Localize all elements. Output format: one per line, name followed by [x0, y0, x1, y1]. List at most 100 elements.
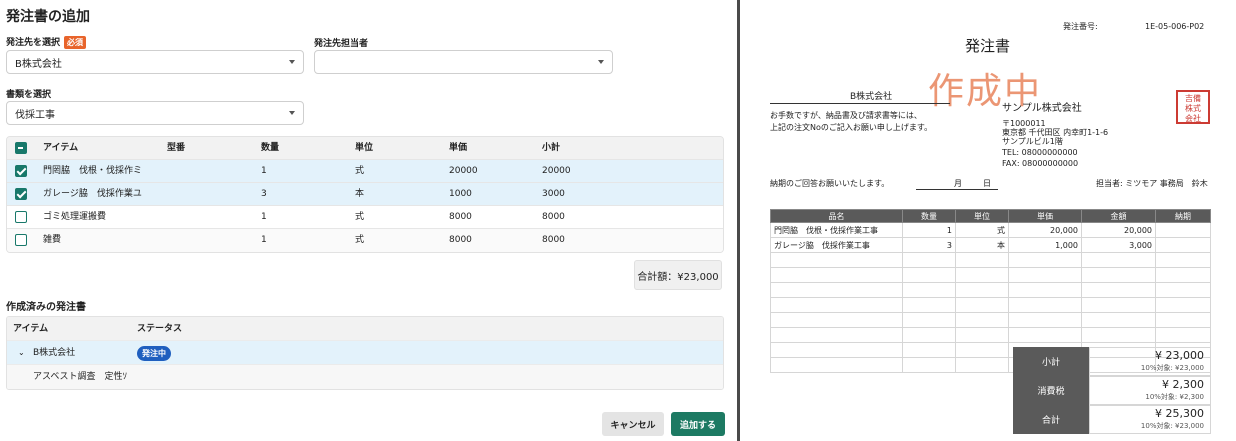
document-table-row: ガレージ脇 伐採作業工事 3 本 1,000 3,000: [770, 237, 1211, 253]
select-all-checkbox[interactable]: [15, 142, 27, 154]
status-badge: 発注中: [137, 346, 171, 361]
row-checkbox[interactable]: [15, 234, 27, 246]
contact-select[interactable]: [314, 50, 613, 74]
doc-row-qty: 1: [902, 222, 956, 238]
created-order-sub-row[interactable]: アスベスト調査 定性ｿ: [7, 365, 723, 389]
row-subtotal: 20000: [542, 166, 571, 176]
fax: FAX: 08000000000: [1002, 159, 1079, 168]
order-number-value: 1E-05-006-P02: [1145, 22, 1205, 31]
document-table-empty-row: [770, 312, 1211, 328]
row-item: ガレージ脇 伐採作業ユ: [43, 189, 142, 199]
deadline-label: 納期のご回答お願いいたします。: [770, 179, 890, 188]
contact-label: 発注先担当者: [314, 39, 369, 49]
document-table-empty-row: [770, 252, 1211, 268]
table-row[interactable]: 雑費 1 式 8000 8000: [7, 229, 723, 252]
doc-col-unit: 単位: [955, 209, 1009, 223]
deadline-underline: [916, 189, 998, 190]
created-orders-title: 作成済みの発注書: [6, 302, 86, 313]
row-subtotal: 3000: [542, 189, 565, 199]
created-order-group-row[interactable]: ⌄ B株式会社 発注中: [7, 341, 723, 365]
subtotal-value-box: ¥ 23,000 10%対象: ¥23,000: [1089, 347, 1211, 376]
total-amount: 合計額：¥23,000: [634, 260, 722, 290]
add-button[interactable]: 追加する: [671, 412, 725, 436]
subtotal-sub: 10%対象: ¥23,000: [1140, 364, 1204, 372]
row-price: 1000: [449, 189, 472, 199]
doc-row-qty: 3: [902, 237, 956, 253]
total-value-box: ¥ 25,300 10%対象: ¥23,000: [1089, 405, 1211, 434]
deadline-day: 日: [983, 179, 991, 188]
tax-value-box: ¥ 2,300 10%対象: ¥2,300: [1089, 376, 1211, 405]
subtotal-label: 小計: [1013, 347, 1089, 376]
recipient-name: B株式会社: [850, 92, 893, 102]
expand-chevron-icon[interactable]: ⌄: [18, 341, 25, 365]
doc-row-unit: 式: [955, 222, 1009, 238]
row-unit: 式: [355, 235, 365, 245]
col-header-model: 型番: [167, 143, 186, 153]
vendor-select[interactable]: B株式会社: [6, 50, 304, 74]
subtotal-value: ¥ 23,000: [1155, 349, 1204, 362]
created-orders-table: アイテム ステータス ⌄ B株式会社 発注中 アスベスト調査 定性ｿ: [6, 316, 724, 390]
table-row[interactable]: 門罔脇 伐根・伐採作ミ 1 式 20000 20000: [7, 160, 723, 183]
order-number-label: 発注番号:: [1063, 22, 1098, 31]
greeting-line-1: お手数ですが、納品書及び請求書等には、: [770, 111, 922, 120]
row-subtotal: 8000: [542, 212, 565, 222]
col-header-price: 単価: [449, 143, 468, 153]
doc-row-amount: 3,000: [1081, 237, 1156, 253]
greeting-line-2: 上記の注文Noのご記入お願い申し上げます。: [770, 123, 933, 132]
address-line-3: サンプルビル1階: [1002, 137, 1063, 146]
vendor-label: 発注先を選択 必須: [6, 35, 87, 49]
row-checkbox[interactable]: [15, 211, 27, 223]
doc-col-due: 納期: [1155, 209, 1211, 223]
row-checkbox[interactable]: [15, 188, 27, 200]
col-header-item: アイテム: [43, 143, 79, 153]
row-checkbox[interactable]: [15, 165, 27, 177]
table-row[interactable]: ゴミ処理運搬費 1 式 8000 8000: [7, 206, 723, 229]
total-value: ¥ 25,300: [1155, 407, 1204, 420]
vendor-label-text: 発注先を選択: [6, 38, 61, 48]
items-table: アイテム 型番 数量 単位 単価 小計 門罔脇 伐根・伐採作ミ 1 式 2000…: [6, 136, 724, 253]
tax-row: 消費税 ¥ 2,300 10%対象: ¥2,300: [1013, 376, 1211, 405]
row-qty: 1: [261, 212, 267, 222]
order-form-panel: 発注書の追加 発注先を選択 必須 B株式会社 発注先担当者 書類を選択 伐採工事 …: [0, 0, 736, 441]
vendor-select-value: B株式会社: [15, 58, 62, 70]
row-price: 20000: [449, 166, 478, 176]
row-qty: 1: [261, 166, 267, 176]
doc-row-price: 20,000: [1008, 222, 1082, 238]
col-header-qty: 数量: [261, 143, 280, 153]
col-header-subtotal: 小計: [542, 143, 561, 153]
created-orders-header: アイテム ステータス: [7, 317, 723, 341]
chevron-down-icon: [289, 60, 295, 64]
doc-col-amount: 金額: [1081, 209, 1156, 223]
col-header-unit: 単位: [355, 143, 374, 153]
row-unit: 式: [355, 166, 365, 176]
document-table-empty-row: [770, 267, 1211, 283]
doctype-select[interactable]: 伐採工事: [6, 101, 304, 125]
row-qty: 1: [261, 235, 267, 245]
total-sub: 10%対象: ¥23,000: [1140, 422, 1204, 430]
document-title: 発注書: [965, 37, 1011, 55]
document-table-empty-row: [770, 282, 1211, 298]
doc-row-price: 1,000: [1008, 237, 1082, 253]
tax-label: 消費税: [1013, 376, 1089, 405]
table-row[interactable]: ガレージ脇 伐採作業ユ 3 本 1000 3000: [7, 183, 723, 206]
tax-value: ¥ 2,300: [1162, 378, 1204, 391]
row-price: 8000: [449, 235, 472, 245]
row-price: 8000: [449, 212, 472, 222]
document-preview: 発注番号: 1E-05-006-P02 発注書 作成中 B株式会社 お手数ですが…: [740, 0, 1236, 441]
row-qty: 3: [261, 189, 267, 199]
col-header-item: アイテム: [13, 324, 49, 334]
doc-col-qty: 数量: [902, 209, 956, 223]
deadline-month: 月: [954, 179, 962, 188]
doctype-label: 書類を選択: [6, 90, 52, 100]
doc-row-due: [1155, 237, 1211, 253]
document-table-header: 品名 数量 単位 単価 金額 納期: [770, 209, 1211, 223]
cancel-button[interactable]: キャンセル: [602, 412, 664, 436]
form-title: 発注書の追加: [6, 9, 90, 25]
doc-col-price: 単価: [1008, 209, 1082, 223]
company-name: サンプル株式会社: [1002, 103, 1082, 114]
row-unit: 式: [355, 212, 365, 222]
document-table-empty-row: [770, 297, 1211, 313]
doc-row-due: [1155, 222, 1211, 238]
row-item: 雑費: [43, 235, 62, 245]
doc-row-name: ガレージ脇 伐採作業工事: [770, 237, 903, 253]
